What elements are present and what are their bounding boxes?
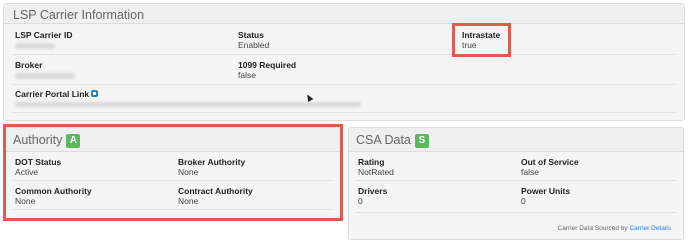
drivers-label: Drivers [358,186,388,196]
out-of-service-label: Out of Service [521,157,579,167]
intrastate-highlight [452,23,511,57]
carrier-id-redacted [15,43,55,49]
rating-value: NotRated [358,167,394,177]
status-value: Enabled [238,40,270,50]
csa-panel: CSA Data S Rating NotRated Out of Service… [348,127,684,240]
lsp-carrier-panel: LSP Carrier Information LSP Carrier ID S… [3,3,685,121]
carrier-portal-label: Carrier Portal Link [15,89,99,99]
csa-divider-1 [356,180,676,181]
data-source-footer: Carrier Data Sourced by Carrier Details [558,225,671,232]
broker-label: Broker [15,60,43,70]
lsp-carrier-panel-header: LSP Carrier Information [4,4,684,24]
authority-highlight [3,124,343,221]
data-source-text: Carrier Data Sourced by [557,225,628,232]
required-1099-label: 1099 Required [238,60,297,70]
carrier-details-link[interactable]: Carrier Details [629,225,671,232]
csa-title: CSA Data S [356,133,429,148]
required-1099-value: false [238,70,256,80]
drivers-value: 0 [358,196,363,206]
lsp-divider-1 [13,54,675,55]
external-link-icon[interactable] [91,90,99,97]
csa-badge: S [414,134,429,148]
broker-redacted [15,73,75,79]
carrier-portal-label-text: Carrier Portal Link [15,89,90,99]
csa-title-text: CSA Data [356,133,411,147]
status-label: Status [238,30,264,40]
carrier-id-label: LSP Carrier ID [15,30,73,40]
lsp-divider-3 [13,112,675,113]
lsp-divider-2 [13,84,675,85]
csa-panel-header: CSA Data S [349,128,683,152]
csa-divider-2 [356,212,676,213]
power-units-value: 0 [521,196,526,206]
out-of-service-value: false [521,167,539,177]
power-units-label: Power Units [521,186,571,196]
carrier-portal-link-redacted[interactable] [15,102,361,107]
lsp-carrier-title: LSP Carrier Information [13,8,145,22]
rating-label: Rating [358,157,385,167]
